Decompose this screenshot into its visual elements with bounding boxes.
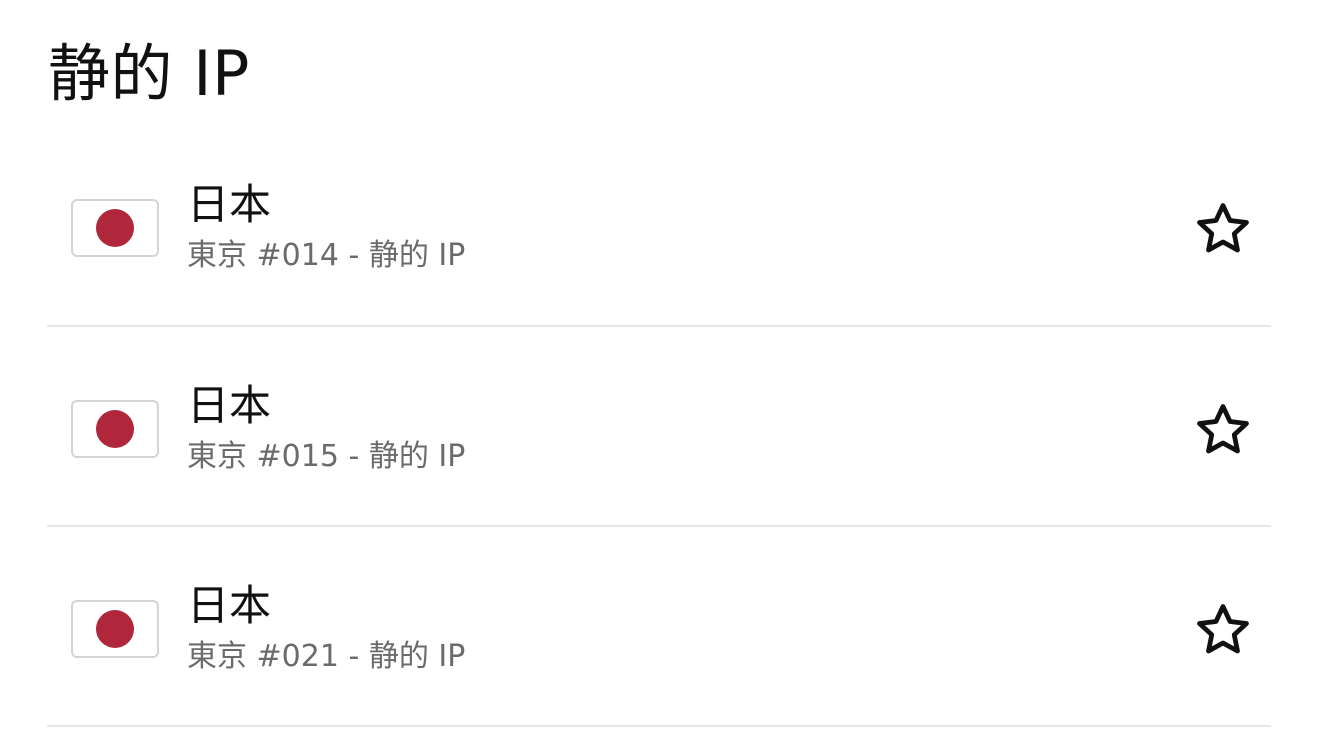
- server-country: 日本: [187, 180, 272, 229]
- flag-red-disc: [96, 209, 134, 247]
- server-row[interactable]: 日本 東京 #015 - 静的 IP: [47, 327, 1271, 527]
- server-country: 日本: [187, 581, 272, 630]
- server-location: 東京 #014 - 静的 IP: [187, 238, 466, 273]
- flag-red-disc: [96, 610, 134, 648]
- japan-flag-icon: [71, 199, 159, 257]
- server-info: 日本 東京 #021 - 静的 IP: [187, 579, 465, 677]
- japan-flag-icon: [71, 600, 159, 658]
- star-outline-icon: [1197, 203, 1249, 253]
- server-location: 東京 #015 - 静的 IP: [187, 439, 466, 474]
- favorite-button[interactable]: [1187, 594, 1259, 666]
- star-outline-icon: [1197, 404, 1249, 454]
- server-info: 日本 東京 #014 - 静的 IP: [187, 178, 465, 276]
- server-row[interactable]: 日本 東京 #021 - 静的 IP: [47, 527, 1271, 727]
- japan-flag-icon: [71, 400, 159, 458]
- page-title: 静的 IP: [48, 37, 250, 110]
- server-country: 日本: [187, 381, 272, 430]
- server-info: 日本 東京 #015 - 静的 IP: [187, 379, 465, 477]
- server-row[interactable]: 日本 東京 #014 - 静的 IP: [47, 126, 1271, 327]
- favorite-button[interactable]: [1187, 193, 1259, 265]
- flag-red-disc: [96, 410, 134, 448]
- server-location: 東京 #021 - 静的 IP: [187, 639, 466, 674]
- star-outline-icon: [1197, 604, 1249, 654]
- server-list: 日本 東京 #014 - 静的 IP 日本 東京 #015 - 静的 IP 日本: [47, 126, 1271, 727]
- favorite-button[interactable]: [1187, 394, 1259, 466]
